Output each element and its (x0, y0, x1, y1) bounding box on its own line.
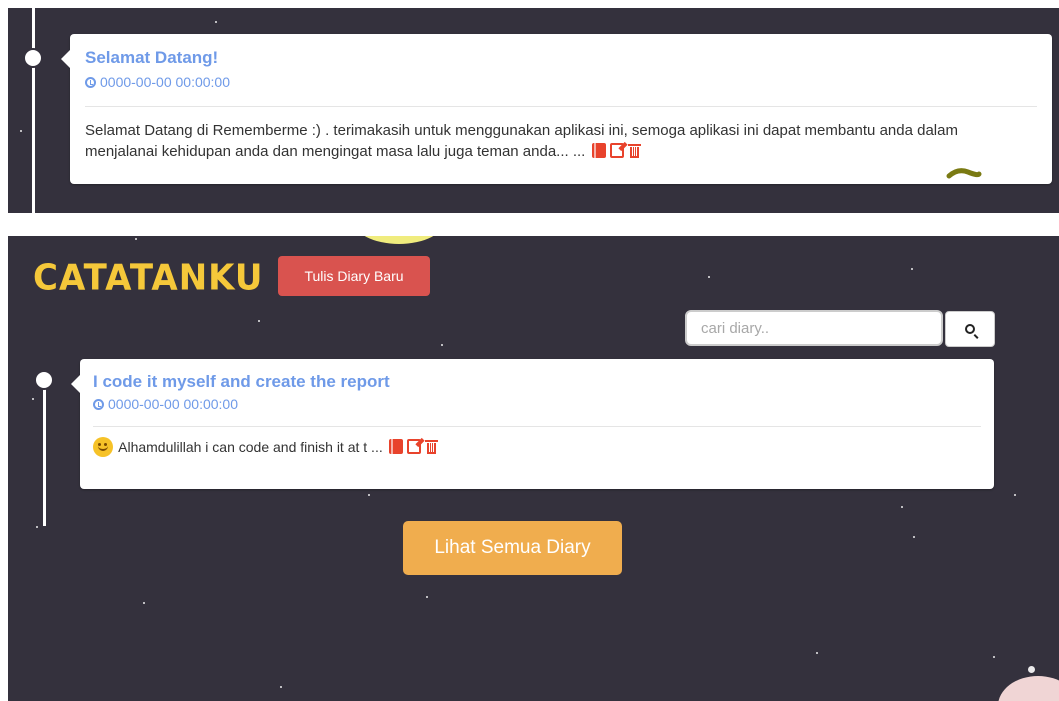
view-all-diary-button[interactable]: Lihat Semua Diary (403, 521, 622, 575)
star (1028, 666, 1035, 673)
star (993, 656, 995, 658)
star (32, 398, 34, 400)
star (911, 268, 913, 270)
entry-title[interactable]: Selamat Datang! (85, 48, 218, 68)
entry-body: Alhamdulillah i can code and finish it a… (93, 437, 438, 458)
edit-icon[interactable] (406, 439, 421, 454)
clock-icon (85, 76, 96, 88)
entry-body-text: Selamat Datang di Rememberme :) . terima… (85, 122, 958, 160)
star (143, 602, 145, 604)
new-diary-button[interactable]: Tulis Diary Baru (278, 256, 430, 296)
star (816, 652, 818, 654)
search-button[interactable] (945, 311, 995, 347)
star (258, 320, 260, 322)
smiley-icon (93, 437, 113, 457)
diary-entry-card: I code it myself and create the report 0… (71, 359, 994, 489)
entry-date: 0000-00-00 00:00:00 (85, 74, 230, 90)
edit-icon[interactable] (609, 143, 624, 158)
entry-body-text: Alhamdulillah i can code and finish it a… (118, 439, 383, 455)
cloud-decoration (998, 676, 1059, 701)
star (215, 21, 217, 23)
star (441, 344, 443, 346)
star (1014, 494, 1016, 496)
star (20, 130, 22, 132)
moon (353, 236, 445, 244)
divider (93, 426, 981, 427)
entry-actions (388, 439, 438, 454)
star (368, 494, 370, 496)
search-icon (965, 324, 975, 334)
entry-date-text: 0000-00-00 00:00:00 (100, 74, 230, 90)
star (280, 686, 282, 688)
top-screenshot-panel: Selamat Datang! 0000-00-00 00:00:00 Sela… (8, 8, 1059, 213)
clock-icon (93, 398, 104, 410)
star (901, 506, 903, 508)
book-icon[interactable] (388, 439, 403, 454)
star (135, 238, 137, 240)
entry-title[interactable]: I code it myself and create the report (93, 372, 390, 392)
search-input[interactable] (685, 310, 943, 346)
timeline-dot (34, 370, 54, 390)
entry-actions (591, 143, 641, 158)
timeline-line (32, 8, 35, 213)
star (426, 596, 428, 598)
timeline-line (43, 386, 46, 526)
entry-date: 0000-00-00 00:00:00 (93, 396, 238, 412)
bottom-screenshot-panel: CATATANKU Tulis Diary Baru I code it mys… (8, 236, 1059, 701)
trash-icon[interactable] (627, 143, 641, 158)
divider (85, 106, 1037, 107)
logo[interactable]: CATATANKU (33, 257, 264, 299)
star (36, 526, 38, 528)
annotation-scribble (946, 168, 982, 179)
diary-entry-card: Selamat Datang! 0000-00-00 00:00:00 Sela… (61, 34, 1052, 184)
entry-body: Selamat Datang di Rememberme :) . terima… (85, 120, 985, 162)
trash-icon[interactable] (424, 439, 438, 454)
entry-date-text: 0000-00-00 00:00:00 (108, 396, 238, 412)
star (913, 536, 915, 538)
book-icon[interactable] (591, 143, 606, 158)
star (708, 276, 710, 278)
timeline-dot (23, 48, 43, 68)
